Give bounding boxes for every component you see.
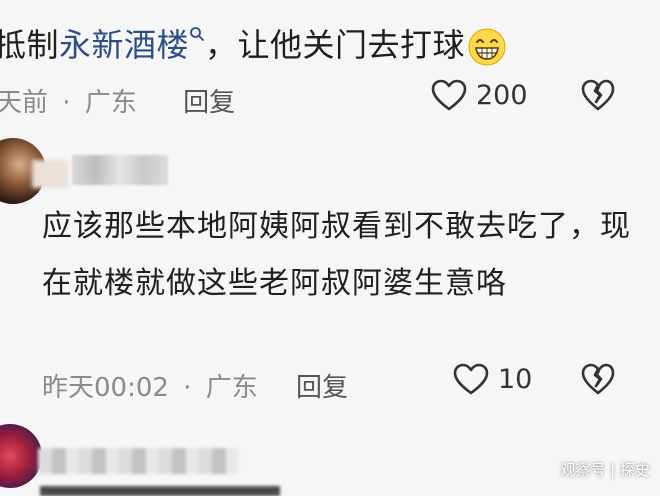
like-count: 10 — [498, 363, 533, 395]
comment-meta: 昨天00:02 · 广东 回复 — [42, 367, 348, 404]
comment-text-suffix: ，让他关门去打球 — [205, 26, 466, 64]
watermark: 观察号 | 探史 — [560, 461, 650, 479]
avatar[interactable] — [0, 424, 42, 488]
meta-separator: · — [183, 373, 192, 403]
search-icon[interactable] — [189, 26, 205, 42]
comment-time: 天前 — [0, 88, 49, 118]
broken-heart-icon — [581, 79, 615, 111]
comment-location: 广东 — [84, 88, 137, 118]
heart-icon — [453, 363, 489, 395]
broken-heart-icon — [581, 363, 615, 395]
like-count: 200 — [476, 79, 528, 111]
username-blurred[interactable] — [38, 448, 238, 474]
username-blurred[interactable] — [72, 155, 168, 185]
comment-text: 抵制永新酒楼 ，让他关门去打球 — [0, 20, 507, 67]
heart-icon — [431, 79, 467, 111]
grin-emoji-icon — [468, 28, 506, 66]
like-button[interactable]: 10 — [452, 362, 532, 396]
comment-text-prefix: 抵制 — [0, 26, 60, 64]
merchant-link[interactable]: 永新酒楼 — [59, 26, 189, 64]
reply-button[interactable]: 回复 — [296, 373, 348, 403]
comment-location: 广东 — [205, 373, 258, 403]
meta-separator: · — [62, 88, 71, 118]
dislike-button[interactable] — [580, 362, 616, 400]
comment-text-cropped — [40, 486, 280, 496]
dislike-button[interactable] — [580, 78, 616, 116]
like-button[interactable]: 200 — [430, 78, 528, 112]
comment-meta: 天前 · 广东 回复 — [0, 82, 235, 119]
reply-button[interactable]: 回复 — [183, 88, 235, 118]
comment-text: 应该那些本地阿姨阿叔看到不敢去吃了，现在就楼就做这些老阿叔阿婆生意咯 — [42, 209, 631, 301]
comment-time: 昨天00:02 — [42, 373, 169, 403]
username-blurred — [32, 160, 68, 188]
